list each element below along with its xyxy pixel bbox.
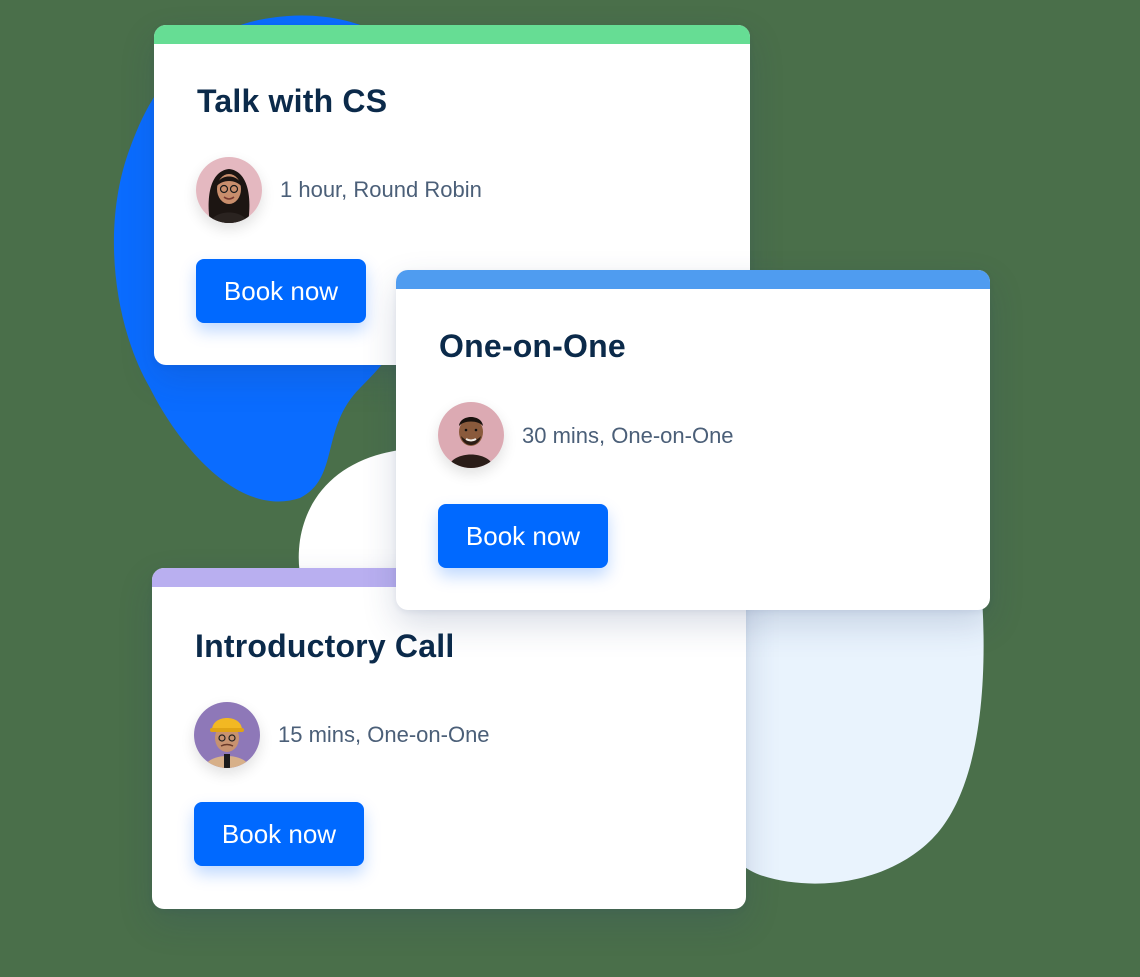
card-accent-bar (396, 270, 990, 289)
card-title: One-on-One (439, 328, 626, 364)
man-with-yellow-hat-avatar (194, 702, 260, 768)
event-card-one-on-one: One-on-One 30 mins, One-on-One Book now (396, 270, 990, 610)
event-duration-type: 30 mins, One-on-One (522, 423, 734, 448)
card-accent-bar (154, 25, 750, 44)
event-duration-type: 1 hour, Round Robin (280, 177, 482, 202)
event-duration-type: 15 mins, One-on-One (278, 722, 490, 747)
event-card-introductory-call: Introductory Call 15 mins, One-on-One Bo… (152, 568, 746, 909)
card-title: Introductory Call (195, 628, 455, 664)
woman-with-glasses-avatar (196, 157, 262, 223)
book-now-button[interactable]: Book now (438, 504, 608, 568)
book-now-button[interactable]: Book now (196, 259, 366, 323)
card-title: Talk with CS (197, 83, 388, 119)
smiling-man-avatar (438, 402, 504, 468)
book-now-button[interactable]: Book now (194, 802, 364, 866)
